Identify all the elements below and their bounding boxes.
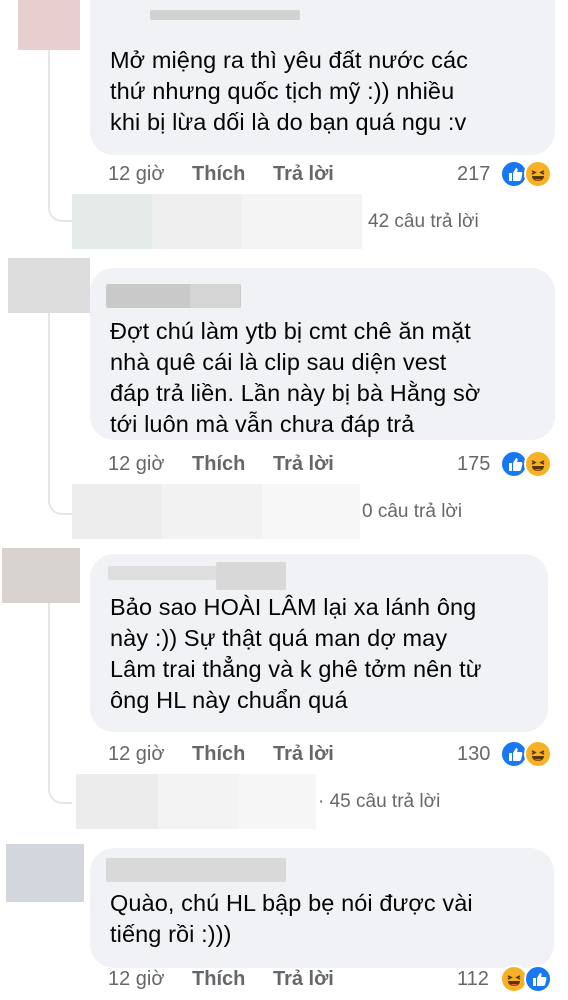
comment-meta: 12 giờ Thích Trả lời: [108, 741, 368, 767]
commenter-name[interactable]: [150, 10, 300, 20]
thread-line: [48, 50, 50, 202]
comment-text: Mở miệng ra thì yêu đất nước các thứ như…: [110, 47, 469, 135]
reply-button[interactable]: Trả lời: [273, 163, 334, 185]
replier-avatar: [242, 194, 362, 249]
comment-text: Bảo sao HOÀI LÂM lại xa lánh ông này :))…: [110, 594, 482, 713]
like-button[interactable]: Thích: [192, 743, 245, 765]
avatar[interactable]: [18, 0, 80, 50]
haha-icon[interactable]: [524, 450, 552, 478]
replier-avatar: [262, 484, 360, 539]
reply-button[interactable]: Trả lời: [273, 743, 334, 765]
thread-line: [48, 603, 50, 783]
like-button[interactable]: Thích: [192, 163, 245, 185]
comment-bubble: Mở miệng ra thì yêu đất nước các thứ như…: [90, 0, 555, 155]
replies-count[interactable]: 0 câu trả lời: [362, 499, 462, 525]
comment-bubble: Quào, chú HL bập bẹ nói được vài tiếng r…: [90, 848, 554, 968]
comment-bubble: Đợt chú làm ytb bị cmt chê ăn mặt nhà qu…: [90, 268, 555, 440]
like-button[interactable]: Thích: [192, 968, 245, 990]
comment-2: Đợt chú làm ytb bị cmt chê ăn mặt nhà qu…: [0, 250, 568, 540]
comment-time[interactable]: 12 giờ: [108, 453, 164, 475]
commenter-name[interactable]: [216, 562, 286, 590]
replier-avatar: [72, 194, 152, 249]
comment-time[interactable]: 12 giờ: [108, 743, 164, 765]
reaction-count[interactable]: 217: [457, 161, 490, 187]
reaction-count[interactable]: 175: [457, 451, 490, 477]
avatar[interactable]: [2, 548, 80, 603]
avatar[interactable]: [6, 844, 84, 902]
comment-meta: 12 giờ Thích Trả lời: [108, 451, 368, 477]
reaction-count[interactable]: 130: [457, 741, 490, 767]
like-icon[interactable]: [524, 965, 552, 993]
comment-text: Quào, chú HL bập bẹ nói được vài tiếng r…: [110, 890, 473, 947]
commenter-name[interactable]: [190, 284, 240, 308]
comment-meta: 12 giờ Thích Trả lời: [108, 966, 368, 992]
replier-avatar: [162, 484, 262, 539]
thread-connector: [48, 493, 72, 515]
replier-avatar: [158, 774, 238, 829]
view-replies[interactable]: · 45 câu trả lời: [76, 774, 496, 829]
avatar[interactable]: [8, 258, 90, 313]
replies-count[interactable]: · 45 câu trả lời: [318, 789, 440, 815]
comment-text: Đợt chú làm ytb bị cmt chê ăn mặt nhà qu…: [110, 318, 481, 437]
comment-4: Quào, chú HL bập bẹ nói được vài tiếng r…: [0, 830, 568, 1000]
replier-avatar: [76, 774, 158, 829]
view-replies[interactable]: 42 câu trả lời: [72, 194, 492, 249]
replier-avatar: [72, 484, 162, 539]
replier-avatar: [152, 194, 242, 249]
comment-3: Bảo sao HOÀI LÂM lại xa lánh ông này :))…: [0, 540, 568, 830]
comment-time[interactable]: 12 giờ: [108, 968, 164, 990]
thread-line: [48, 313, 50, 495]
comment-meta: 12 giờ Thích Trả lời: [108, 161, 368, 187]
replies-count[interactable]: 42 câu trả lời: [368, 209, 479, 235]
reaction-count[interactable]: 112: [457, 966, 489, 992]
reply-button[interactable]: Trả lời: [273, 968, 334, 990]
reply-button[interactable]: Trả lời: [273, 453, 334, 475]
comment-1: Mở miệng ra thì yêu đất nước các thứ như…: [0, 0, 568, 290]
thread-connector: [48, 200, 72, 222]
comment-time[interactable]: 12 giờ: [108, 163, 164, 185]
view-replies[interactable]: 0 câu trả lời: [72, 484, 492, 539]
haha-icon[interactable]: [524, 740, 552, 768]
thread-connector: [48, 782, 72, 804]
like-button[interactable]: Thích: [192, 453, 245, 475]
commenter-name[interactable]: [106, 858, 286, 882]
haha-icon[interactable]: [524, 160, 552, 188]
replier-avatar: [238, 774, 316, 829]
commenter-name[interactable]: [108, 566, 216, 580]
comment-bubble: Bảo sao HOÀI LÂM lại xa lánh ông này :))…: [90, 554, 548, 732]
